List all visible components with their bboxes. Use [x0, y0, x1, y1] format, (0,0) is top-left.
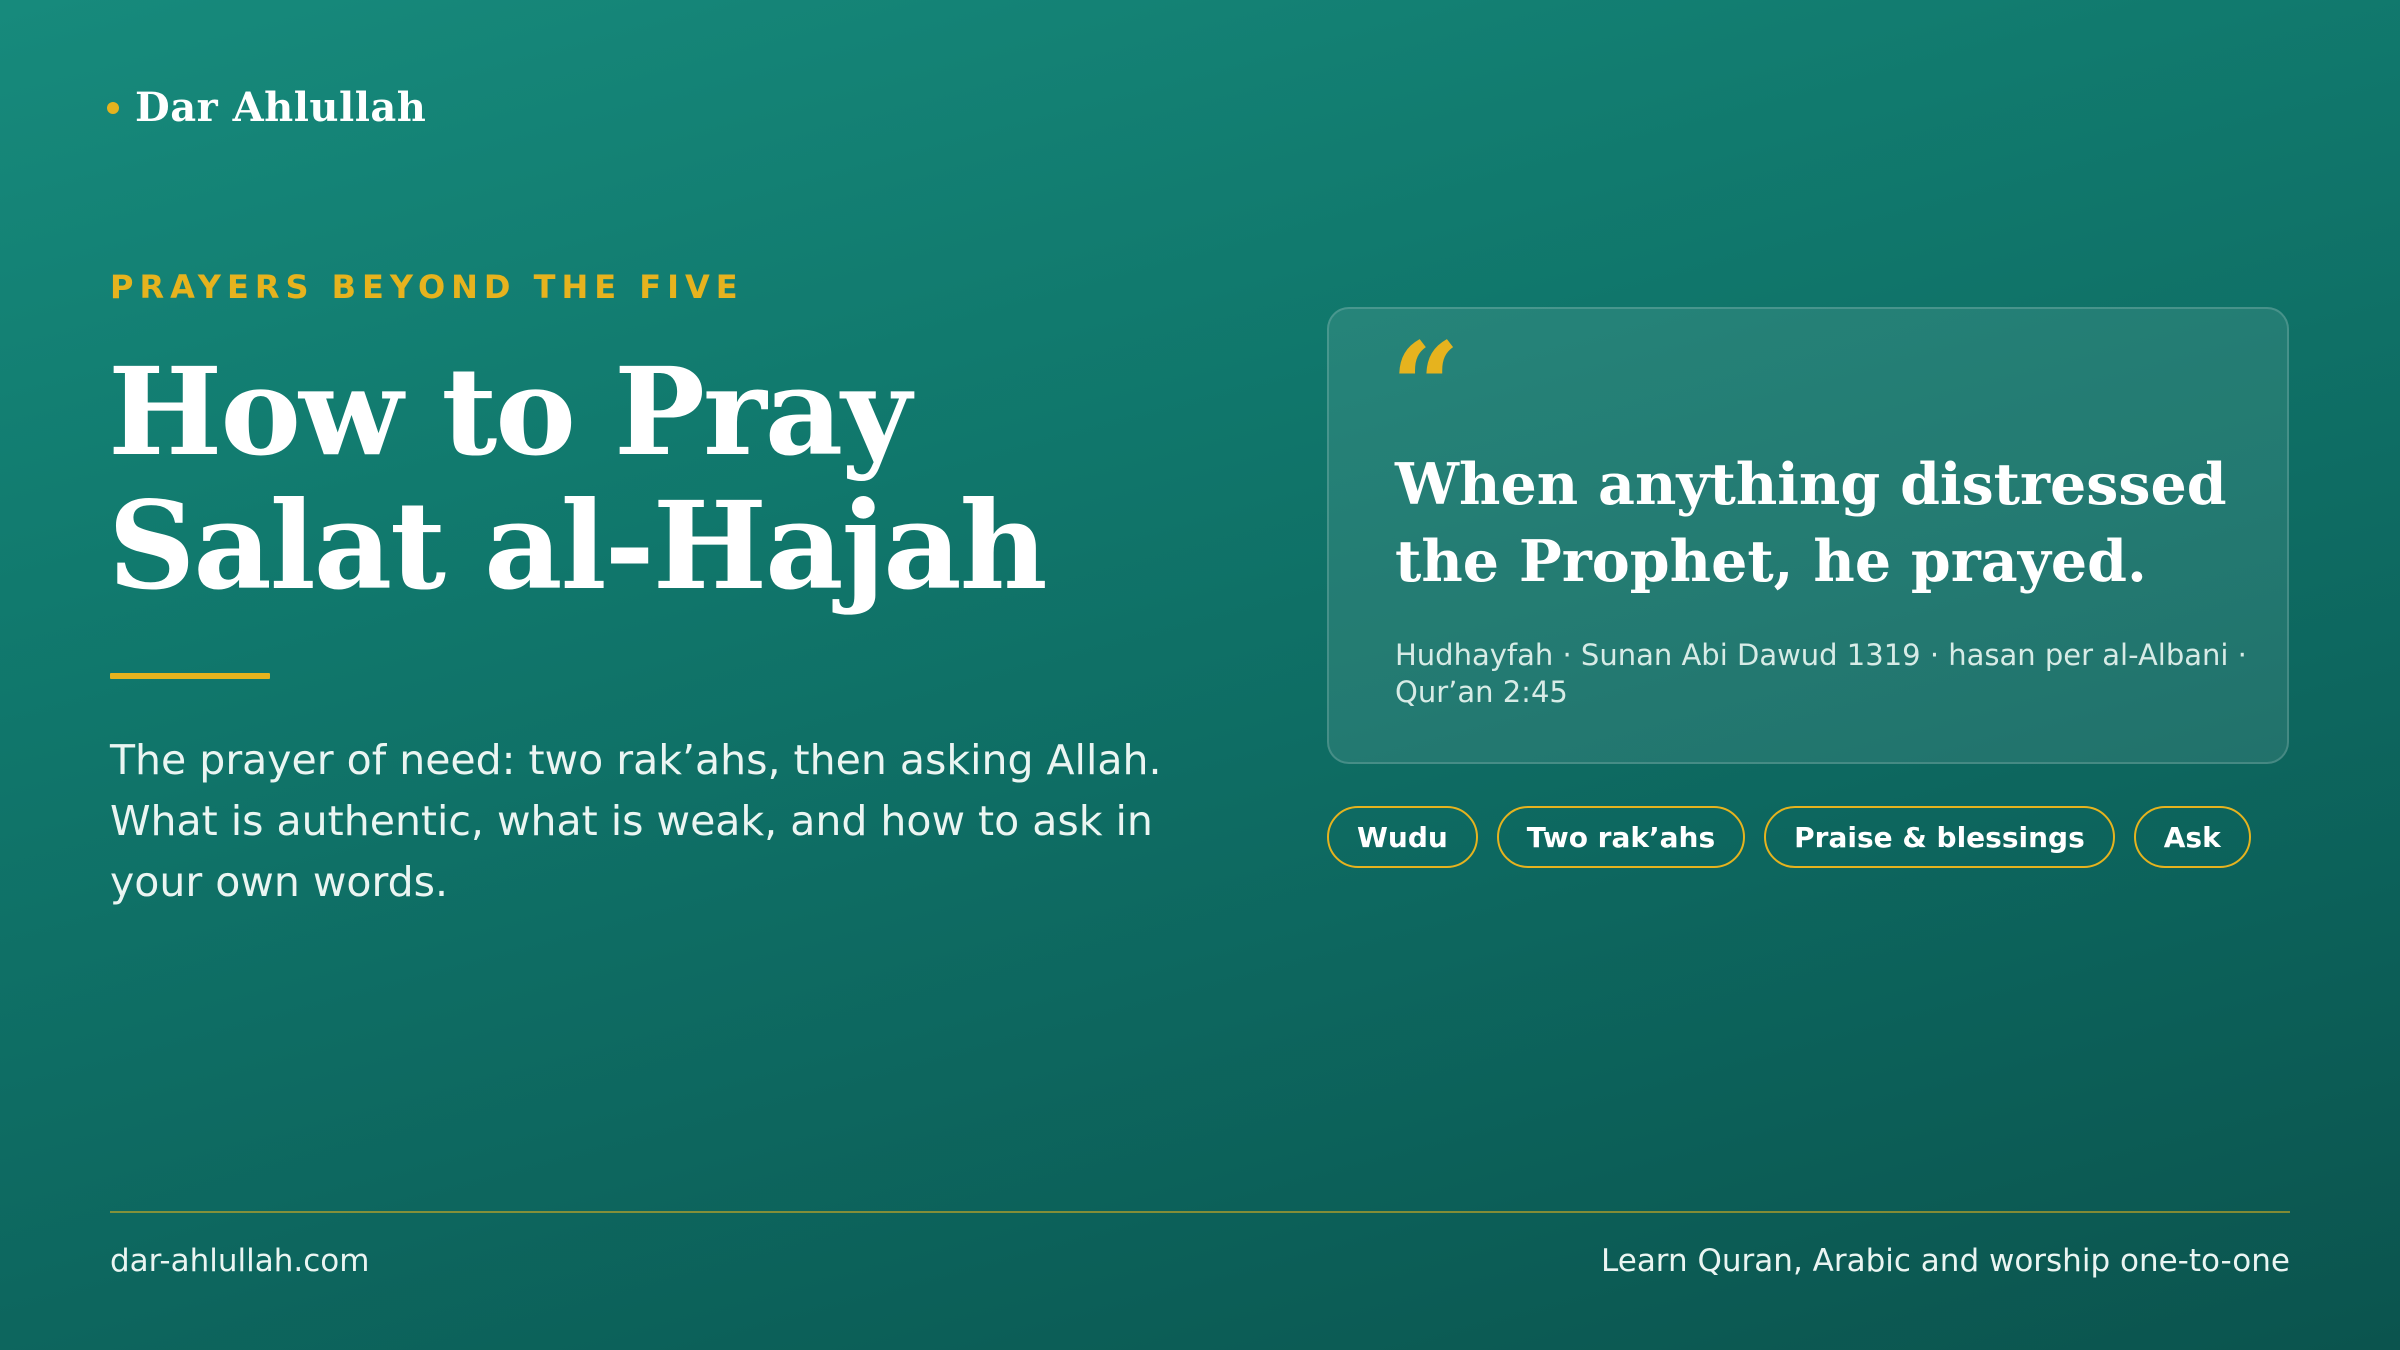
tag-two-rakahs[interactable]: Two rak’ahs: [1496, 806, 1746, 868]
tag-wudu[interactable]: Wudu: [1327, 806, 1478, 868]
brand-logo[interactable]: Dar Ahlullah: [107, 84, 426, 131]
section-kicker: PRAYERS BEYOND THE FIVE: [110, 268, 744, 306]
title-line-2: Salat al-Hajah: [108, 474, 1048, 617]
quote-text: When anything distressed the Prophet, he…: [1395, 451, 2227, 595]
intro-paragraph: The prayer of need: two rak’ahs, then as…: [110, 736, 1162, 906]
tag-praise-blessings[interactable]: Praise & blessings: [1764, 806, 2115, 868]
title-line-1: How to Pray: [108, 340, 912, 483]
brand-dot-icon: [107, 101, 119, 114]
quote-citation: Hudhayfah · Sunan Abi Dawud 1319 · hasan…: [1395, 638, 2247, 709]
website-link[interactable]: dar-ahlullah.com: [110, 1243, 369, 1279]
title-underline-divider: [110, 673, 270, 679]
page-title: How to Pray Salat al-Hajah: [108, 345, 1248, 613]
quote-card: “ When anything distressed the Prophet, …: [1327, 307, 2289, 764]
step-tags: Wudu Two rak’ahs Praise & blessings Ask: [1327, 806, 2251, 868]
brand-name: Dar Ahlullah: [135, 84, 427, 131]
quote-mark-icon: “: [1391, 316, 1461, 457]
tag-ask[interactable]: Ask: [2133, 806, 2251, 868]
footer-tagline: Learn Quran, Arabic and worship one-to-o…: [1601, 1243, 2290, 1279]
footer-divider: [110, 1211, 2290, 1213]
